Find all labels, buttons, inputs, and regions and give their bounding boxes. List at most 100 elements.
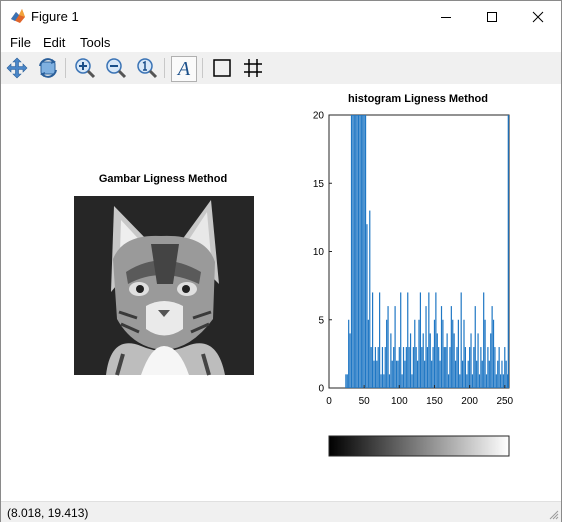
histogram-bar <box>488 360 490 388</box>
histogram-bar <box>386 319 388 388</box>
histogram-bar <box>402 347 405 388</box>
histogram-bar <box>466 374 468 388</box>
x-tick-label: 50 <box>359 396 371 407</box>
close-icon <box>532 11 544 22</box>
minimize-icon <box>441 16 451 18</box>
histogram-bar <box>477 333 479 388</box>
histogram-bar <box>345 374 347 388</box>
menu-tools[interactable]: Tools <box>80 35 110 50</box>
histogram-bar <box>454 360 457 388</box>
y-tick-label: 20 <box>313 111 325 122</box>
toolbar-separator <box>65 58 66 78</box>
histogram-bar <box>442 319 444 388</box>
menu-edit[interactable]: Edit <box>43 35 65 50</box>
histogram-bar <box>485 374 488 388</box>
histogram-bar <box>470 333 472 388</box>
histogram-bar <box>432 347 434 388</box>
x-tick-label: 250 <box>496 396 513 407</box>
resize-grip-icon[interactable] <box>549 510 559 520</box>
histogram-bar <box>380 374 382 388</box>
histogram-bar <box>404 360 406 388</box>
y-tick-label: 10 <box>313 247 325 258</box>
histogram-bar <box>483 292 485 388</box>
histogram-bar <box>464 347 467 388</box>
histogram-bar <box>366 224 368 388</box>
histogram-bar <box>363 115 365 388</box>
histogram-bar <box>463 319 465 388</box>
histogram-bar <box>408 347 410 388</box>
zoom-in-icon <box>75 58 96 79</box>
histogram-bar <box>435 292 437 388</box>
image-title: Gambar Ligness Method <box>99 173 227 185</box>
histogram-bar <box>504 347 506 388</box>
histogram-bar <box>459 374 461 388</box>
histogram-bar <box>387 306 389 388</box>
histogram-bar <box>424 360 426 388</box>
histogram-bar <box>495 374 497 388</box>
histogram-title: histogram Ligness Method <box>348 93 488 105</box>
histogram-bar <box>359 115 361 388</box>
histogram-bar <box>476 360 478 388</box>
histogram-bar <box>355 115 357 388</box>
grid-icon <box>244 59 262 77</box>
histogram-bar <box>449 347 451 388</box>
histogram-bar <box>474 306 476 388</box>
histogram-bar <box>418 319 420 388</box>
histogram-bar <box>481 360 483 388</box>
histogram-bar <box>419 292 422 388</box>
figure-toolbar: A <box>1 52 561 84</box>
histogram-bar <box>422 333 424 388</box>
x-tick-label: 0 <box>326 396 332 407</box>
maximize-icon <box>487 11 497 22</box>
histogram-bar <box>393 347 395 388</box>
menu-file[interactable]: File <box>10 35 31 50</box>
histogram-bar <box>467 360 469 388</box>
histogram-bar <box>376 360 378 388</box>
y-tick-label: 15 <box>313 179 325 190</box>
histogram-bar <box>469 347 471 388</box>
cursor-coordinates: (8.018, 19.413) <box>7 506 89 520</box>
histogram-bar <box>395 360 398 388</box>
histogram-bar <box>456 347 458 388</box>
figure-canvas[interactable]: Gambar Ligness Method histogram Ligness … <box>1 84 561 501</box>
histogram-bar <box>450 306 452 388</box>
x-tick-label: 150 <box>426 396 443 407</box>
histogram-bar <box>443 347 445 388</box>
histogram-bar <box>400 292 402 388</box>
histogram-bar <box>460 292 462 388</box>
histogram-bar <box>346 374 348 388</box>
y-tick-label: 0 <box>318 384 324 395</box>
zoom-in-button[interactable] <box>73 56 97 80</box>
histogram-bar <box>439 360 441 388</box>
histogram-bar <box>431 360 433 388</box>
pan-button[interactable] <box>5 56 29 80</box>
histogram-bar <box>364 115 367 388</box>
histogram-bar <box>415 347 417 388</box>
histogram-bar <box>350 115 353 388</box>
insert-rectangle-button[interactable] <box>210 56 234 80</box>
x-tick-label: 100 <box>391 396 408 407</box>
histogram-bar <box>436 333 438 388</box>
status-bar: (8.018, 19.413) <box>1 501 561 522</box>
rotate-button[interactable] <box>36 56 60 80</box>
insert-text-button[interactable]: A <box>171 56 197 82</box>
zoom-out-button[interactable] <box>104 56 128 80</box>
histogram-bar <box>433 319 436 388</box>
histogram-bar <box>473 347 475 388</box>
histogram-bar <box>471 374 474 388</box>
grid-button[interactable] <box>241 56 265 80</box>
histogram-bar <box>374 347 377 388</box>
histogram-bar <box>507 115 509 388</box>
maximize-button[interactable] <box>469 1 515 32</box>
close-button[interactable] <box>515 1 561 32</box>
toolbar-separator <box>202 58 203 78</box>
histogram-bar <box>425 306 427 388</box>
zoom-reset-button[interactable] <box>135 56 159 80</box>
title-bar[interactable]: Figure 1 <box>1 1 561 32</box>
histogram-bar <box>397 360 399 388</box>
zoom-out-icon <box>106 58 127 79</box>
colorbar <box>328 435 510 457</box>
histogram-bar <box>478 374 481 388</box>
histogram-bar <box>362 115 364 388</box>
minimize-button[interactable] <box>423 1 469 32</box>
